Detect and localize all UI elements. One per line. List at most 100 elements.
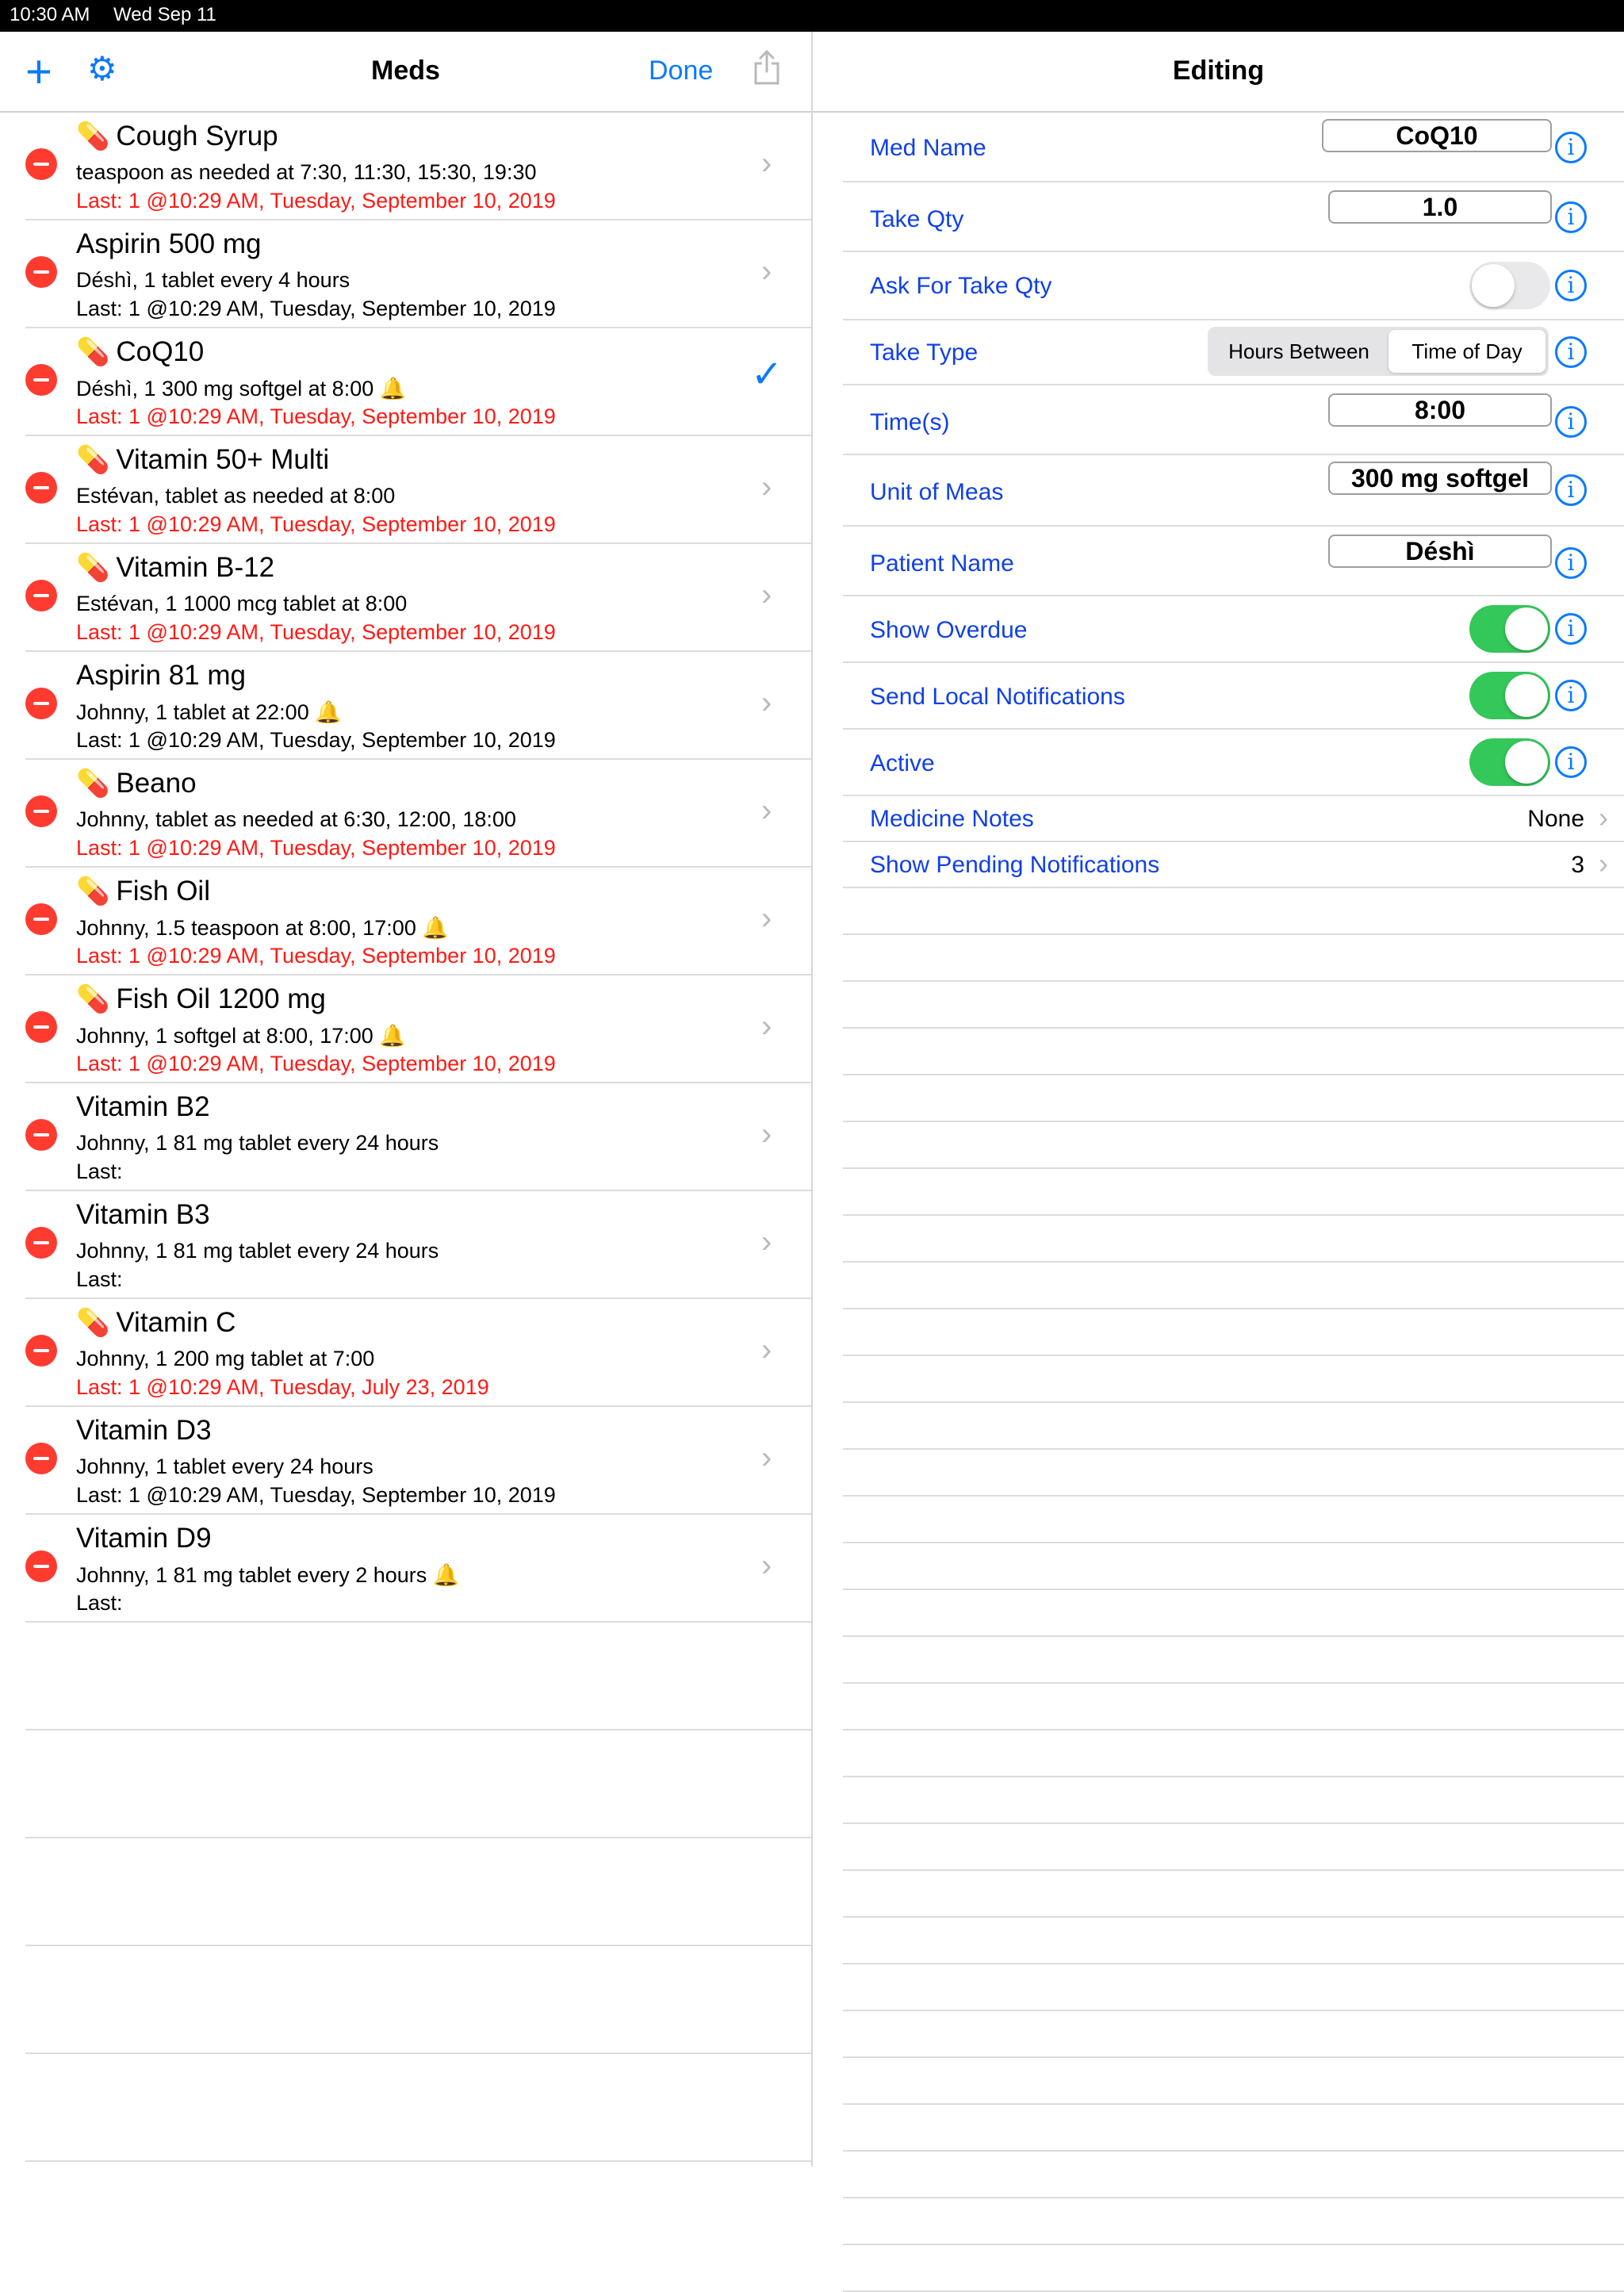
delete-icon[interactable] bbox=[25, 1227, 57, 1259]
row-unit-of-meas: Unit of Meas 300 mg softgel i bbox=[843, 455, 1624, 527]
med-detail-text: Johnny, tablet as needed at 6:30, 12:00,… bbox=[76, 807, 516, 831]
delete-icon[interactable] bbox=[25, 580, 57, 611]
delete-icon[interactable] bbox=[25, 1011, 57, 1043]
med-detail: Johnny, 1 81 mg tablet every 24 hours bbox=[76, 1239, 439, 1263]
med-detail: Johnny, 1 tablet every 24 hours bbox=[76, 1455, 373, 1479]
empty-rows bbox=[843, 888, 1624, 2292]
med-row[interactable]: Aspirin 81 mg Johnny, 1 tablet at 22:00 🔔… bbox=[25, 652, 811, 760]
med-row[interactable]: 💊 Vitamin C Johnny, 1 200 mg tablet at 7:0… bbox=[25, 1299, 811, 1407]
empty-row bbox=[843, 1964, 1624, 2011]
med-row[interactable]: 💊 Fish Oil 1200 mg Johnny, 1 softgel at 8:… bbox=[25, 975, 811, 1083]
take-qty-label: Take Qty bbox=[870, 206, 964, 232]
active-toggle[interactable] bbox=[1469, 738, 1550, 786]
row-send-notifications: Send Local Notifications i bbox=[843, 663, 1624, 730]
med-name: 💊 Vitamin C bbox=[76, 1307, 236, 1339]
med-detail-text: Johnny, 1 81 mg tablet every 24 hours bbox=[76, 1239, 439, 1263]
empty-row bbox=[843, 1918, 1624, 1964]
take-qty-field[interactable]: 1.0 bbox=[1328, 190, 1552, 224]
row-medicine-notes[interactable]: Medicine Notes None › bbox=[843, 796, 1624, 842]
chevron-right-icon: › bbox=[761, 1440, 772, 1475]
delete-icon[interactable] bbox=[25, 688, 57, 719]
toggle-knob bbox=[1505, 607, 1548, 650]
med-row[interactable]: 💊 Vitamin B-12 Estévan, 1 1000 mcg tablet … bbox=[25, 544, 811, 652]
segment-hours-between[interactable]: Hours Between bbox=[1211, 330, 1387, 373]
med-row[interactable]: Vitamin B3 Johnny, 1 81 mg tablet every 2… bbox=[25, 1191, 811, 1299]
med-row[interactable]: 💊 Cough Syrup teaspoon as needed at 7:30, … bbox=[25, 113, 811, 220]
info-icon[interactable]: i bbox=[1555, 746, 1587, 778]
med-row[interactable]: Vitamin D3 Johnny, 1 tablet every 24 hour… bbox=[25, 1407, 811, 1515]
delete-icon[interactable] bbox=[25, 472, 57, 504]
med-name-text: CoQ10 bbox=[116, 336, 205, 367]
unit-label: Unit of Meas bbox=[870, 479, 1004, 505]
info-icon[interactable]: i bbox=[1555, 680, 1587, 711]
pending-notifications-count: 3 bbox=[1571, 852, 1584, 878]
toggle-knob bbox=[1505, 741, 1548, 784]
med-row[interactable]: 💊 Vitamin 50+ Multi Estévan, tablet as nee… bbox=[25, 436, 811, 544]
med-name: 💊 Vitamin B-12 bbox=[76, 552, 274, 584]
med-row[interactable]: Aspirin 500 mg Déshì, 1 tablet every 4 ho… bbox=[25, 220, 811, 328]
info-icon[interactable]: i bbox=[1555, 201, 1587, 233]
chevron-right-icon: › bbox=[761, 1117, 772, 1152]
med-detail-text: Johnny, 1 81 mg tablet every 2 hours bbox=[76, 1563, 427, 1587]
delete-icon[interactable] bbox=[25, 1443, 57, 1474]
med-last-taken: Last: 1 @10:29 AM, Tuesday, September 10… bbox=[76, 728, 556, 752]
med-row[interactable]: 💊 CoQ10 Déshì, 1 300 mg softgel at 8:00 🔔 L… bbox=[25, 328, 811, 436]
pill-icon: 💊 bbox=[76, 337, 110, 367]
med-last-taken: Last: bbox=[76, 1267, 123, 1291]
med-row[interactable]: 💊 Fish Oil Johnny, 1.5 teaspoon at 8:00, 1… bbox=[25, 868, 811, 975]
med-last-taken: Last: 1 @10:29 AM, Tuesday, September 10… bbox=[76, 620, 556, 644]
done-button[interactable]: Done bbox=[649, 56, 713, 86]
info-icon[interactable]: i bbox=[1555, 132, 1587, 163]
med-detail-text: Johnny, 1 softgel at 8:00, 17:00 bbox=[76, 1024, 373, 1048]
share-icon[interactable] bbox=[753, 49, 780, 86]
bell-icon: 🔔 bbox=[422, 916, 449, 940]
delete-icon[interactable] bbox=[25, 364, 57, 396]
empty-row bbox=[843, 1497, 1624, 1543]
row-show-overdue: Show Overdue i bbox=[843, 596, 1624, 663]
med-name-text: Vitamin 50+ Multi bbox=[116, 444, 330, 475]
ask-take-qty-toggle[interactable] bbox=[1469, 262, 1550, 309]
row-pending-notifications[interactable]: Show Pending Notifications 3 › bbox=[843, 842, 1624, 888]
med-detail: Johnny, 1 softgel at 8:00, 17:00 🔔 bbox=[76, 1023, 406, 1048]
med-detail-text: Johnny, 1.5 teaspoon at 8:00, 17:00 bbox=[76, 916, 416, 940]
empty-row bbox=[25, 1623, 811, 1730]
delete-icon[interactable] bbox=[25, 256, 57, 288]
med-name: 💊 CoQ10 bbox=[76, 336, 204, 368]
med-name-text: Vitamin D3 bbox=[76, 1415, 212, 1446]
empty-row bbox=[843, 1403, 1624, 1450]
med-row[interactable]: Vitamin D9 Johnny, 1 81 mg tablet every 2… bbox=[25, 1515, 811, 1623]
bell-icon: 🔔 bbox=[379, 1024, 406, 1048]
med-name: 💊 Fish Oil bbox=[76, 876, 210, 907]
med-last-taken: Last: 1 @10:29 AM, Tuesday, September 10… bbox=[76, 189, 556, 213]
times-field[interactable]: 8:00 bbox=[1328, 393, 1552, 427]
patient-field[interactable]: Déshì bbox=[1328, 535, 1552, 568]
toggle-knob bbox=[1472, 264, 1515, 307]
chevron-right-icon: › bbox=[761, 901, 772, 936]
info-icon[interactable]: i bbox=[1555, 336, 1587, 368]
info-icon[interactable]: i bbox=[1555, 613, 1587, 645]
delete-icon[interactable] bbox=[25, 1119, 57, 1151]
send-notifications-toggle[interactable] bbox=[1469, 672, 1550, 719]
delete-icon[interactable] bbox=[25, 1335, 57, 1366]
empty-row bbox=[843, 2011, 1624, 2058]
show-overdue-toggle[interactable] bbox=[1469, 605, 1550, 653]
info-icon[interactable]: i bbox=[1555, 547, 1587, 579]
delete-icon[interactable] bbox=[25, 903, 57, 935]
delete-icon[interactable] bbox=[25, 795, 57, 827]
med-row[interactable]: 💊 Beano Johnny, tablet as needed at 6:30, … bbox=[25, 760, 811, 868]
med-last-taken: Last: 1 @10:29 AM, Tuesday, September 10… bbox=[76, 1052, 556, 1075]
segment-time-of-day[interactable]: Time of Day bbox=[1388, 330, 1545, 373]
empty-row bbox=[843, 1216, 1624, 1263]
med-detail-text: Déshì, 1 300 mg softgel at 8:00 bbox=[76, 377, 374, 401]
med-detail: Déshì, 1 tablet every 4 hours bbox=[76, 268, 350, 293]
unit-field[interactable]: 300 mg softgel bbox=[1328, 462, 1552, 495]
info-icon[interactable]: i bbox=[1555, 270, 1587, 301]
delete-icon[interactable] bbox=[25, 148, 57, 180]
info-icon[interactable]: i bbox=[1555, 474, 1587, 506]
med-name-text: Vitamin B2 bbox=[76, 1091, 210, 1122]
med-name-field[interactable]: CoQ10 bbox=[1322, 119, 1552, 152]
med-row[interactable]: Vitamin B2 Johnny, 1 81 mg tablet every 2… bbox=[25, 1083, 811, 1191]
delete-icon[interactable] bbox=[25, 1550, 57, 1582]
info-icon[interactable]: i bbox=[1555, 406, 1587, 438]
med-detail: Johnny, 1.5 teaspoon at 8:00, 17:00 🔔 bbox=[76, 915, 449, 941]
